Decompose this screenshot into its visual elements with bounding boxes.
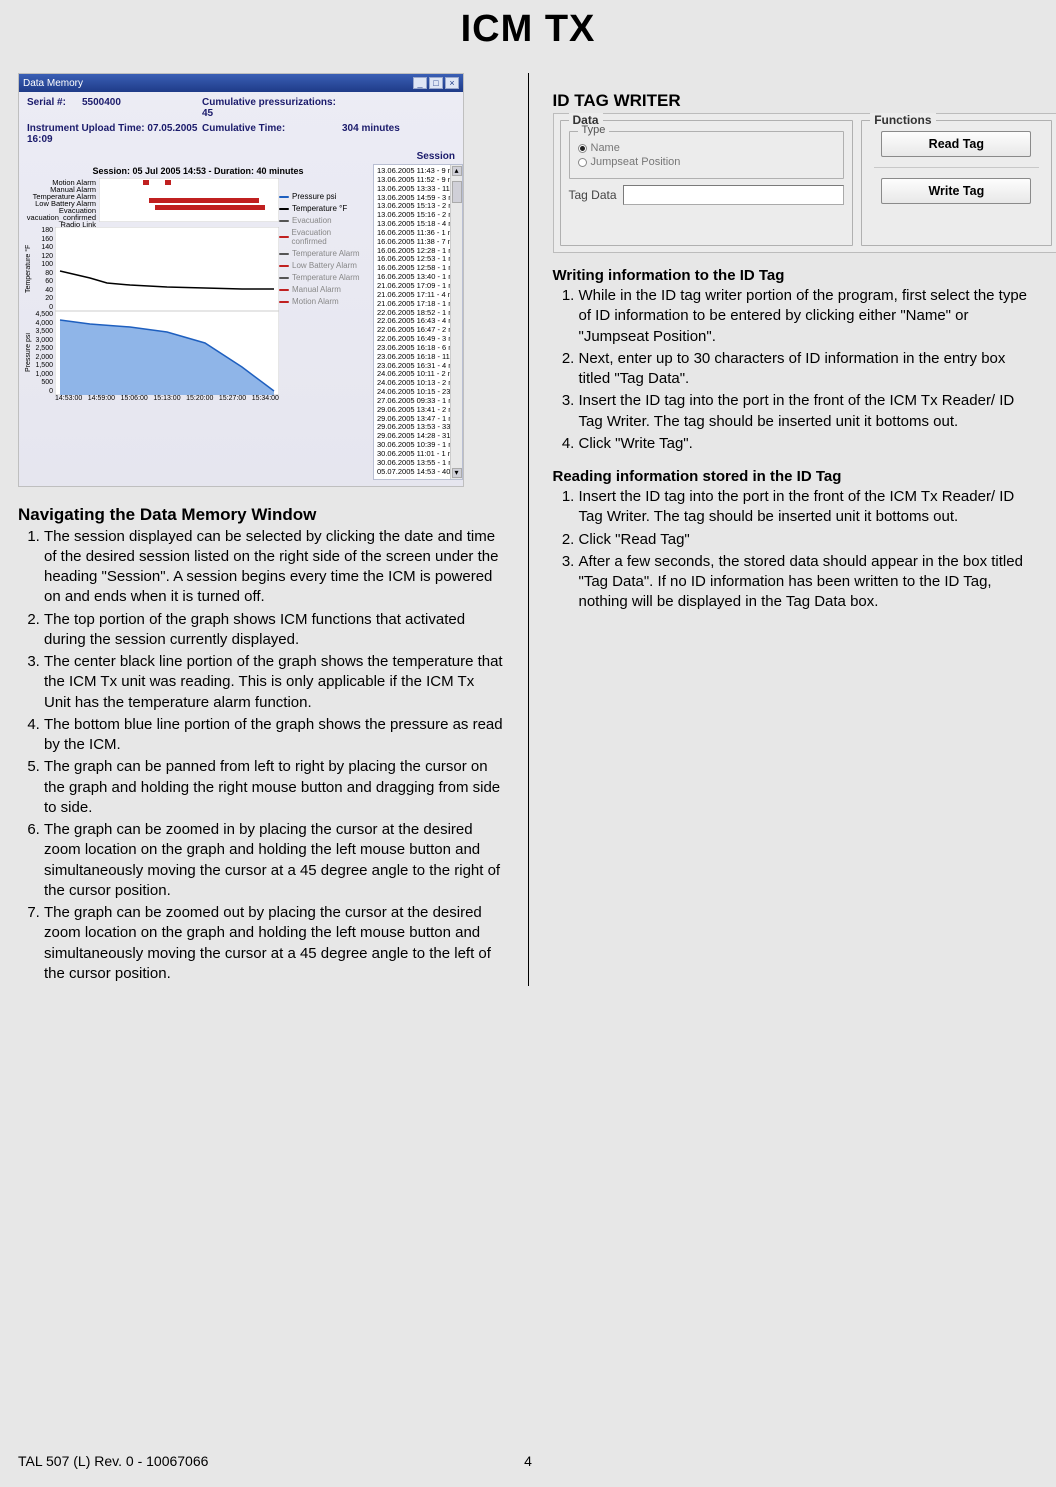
fieldset-type: Type Name Jumpseat Position: [569, 131, 845, 179]
fieldset-func-legend: Functions: [870, 113, 935, 127]
reading-step: Click "Read Tag": [579, 530, 1039, 550]
write-tag-button[interactable]: Write Tag: [881, 178, 1031, 204]
data-memory-window: Data Memory _ □ × Serial #: 5500400 Cumu…: [18, 73, 464, 487]
session-heading: Session: [417, 151, 455, 162]
writing-head: Writing information to the ID Tag: [553, 267, 1039, 284]
nav-step: The graph can be zoomed in by placing th…: [44, 820, 504, 901]
fieldset-functions: Functions Read Tag Write Tag: [861, 120, 1051, 246]
nav-step: The graph can be panned from left to rig…: [44, 757, 504, 818]
footer-page-number: 4: [358, 1453, 698, 1469]
chart3-ylabel: Pressure psi: [25, 311, 37, 395]
footer-rev: TAL 507 (L) Rev. 0 - 10067066: [18, 1453, 358, 1469]
page-title: ICM TX: [18, 8, 1038, 51]
tagdata-label: Tag Data: [569, 188, 617, 202]
maximize-icon[interactable]: □: [429, 77, 443, 89]
nav-steps: The session displayed can be selected by…: [18, 527, 504, 985]
idtag-section-head: ID TAG WRITER: [553, 91, 1039, 111]
reading-step: After a few seconds, the stored data sho…: [579, 552, 1039, 613]
nav-step: The session displayed can be selected by…: [44, 527, 504, 608]
writing-step: Next, enter up to 30 characters of ID in…: [579, 349, 1039, 390]
radio-dot-icon[interactable]: [578, 144, 587, 153]
window-titlebar: Data Memory _ □ ×: [19, 74, 463, 92]
chart-xticks: 14:53:0014:59:0015:06:0015:13:0015:20:00…: [55, 395, 279, 402]
serial-label: Serial #:: [27, 97, 82, 119]
scroll-down-icon[interactable]: ▾: [452, 468, 462, 478]
cumtime-label: Cumulative Time:: [202, 123, 342, 145]
session-scrollbar[interactable]: ▴ ▾: [450, 165, 462, 479]
radio-jumpseat[interactable]: Jumpseat Position: [578, 156, 836, 168]
fieldset-type-legend: Type: [578, 124, 610, 136]
nav-step: The bottom blue line portion of the grap…: [44, 715, 504, 756]
scroll-up-icon[interactable]: ▴: [452, 166, 462, 176]
chart2-temperature[interactable]: [55, 227, 279, 311]
column-divider: [528, 73, 529, 986]
button-divider: [874, 167, 1038, 168]
fieldset-data: Data Type Name Jumpseat Position: [560, 120, 854, 246]
reading-steps: Insert the ID tag into the port in the f…: [553, 487, 1039, 613]
charts-area[interactable]: Motion Alarm Manual Alarm Temperature Al…: [25, 178, 279, 402]
nav-step: The top portion of the graph shows ICM f…: [44, 610, 504, 651]
upload-label: Instrument Upload Time: 07.05.2005 16:09: [27, 123, 202, 145]
writing-step: Insert the ID tag into the port in the f…: [579, 391, 1039, 432]
nav-step: The graph can be zoomed out by placing t…: [44, 903, 504, 984]
idtag-writer-panel: Data Type Name Jumpseat Position: [553, 113, 1056, 253]
chart-legend: Pressure psi Temperature °F Evacuation E…: [279, 178, 365, 402]
radio-dot-icon[interactable]: [578, 158, 587, 167]
cumpress-label: Cumulative pressurizations: 45: [202, 97, 342, 119]
nav-section-head: Navigating the Data Memory Window: [18, 505, 504, 525]
reading-head: Reading information stored in the ID Tag: [553, 468, 1039, 485]
close-icon[interactable]: ×: [445, 77, 459, 89]
session-header: Session: 05 Jul 2005 14:53 - Duration: 4…: [25, 166, 371, 176]
read-tag-button[interactable]: Read Tag: [881, 131, 1031, 157]
chart2-yticks: 180160140120100806040200: [37, 227, 55, 311]
chart3-yticks: 4,5004,0003,5003,0002,5002,0001,5001,000…: [37, 311, 55, 395]
serial-value: 5500400: [82, 97, 202, 119]
nav-step: The center black line portion of the gra…: [44, 652, 504, 713]
scroll-thumb[interactable]: [452, 181, 462, 203]
radio-name[interactable]: Name: [578, 142, 836, 154]
tagdata-input[interactable]: [623, 185, 845, 205]
session-listbox[interactable]: 13.06.2005 11:43 - 9 min.13.06.2005 11:5…: [373, 164, 463, 480]
session-item[interactable]: 05.07.2005 14:53 - 40 min.: [377, 468, 447, 477]
chart2-ylabel: Temperature °F: [25, 227, 37, 311]
chart3-pressure[interactable]: [55, 311, 279, 395]
radio-name-label: Name: [591, 142, 620, 154]
writing-steps: While in the ID tag writer portion of th…: [553, 286, 1039, 454]
window-title: Data Memory: [23, 78, 411, 89]
radio-jumpseat-label: Jumpseat Position: [591, 156, 681, 168]
cumtime-value: 304 minutes: [342, 123, 422, 145]
minimize-icon[interactable]: _: [413, 77, 427, 89]
writing-step: While in the ID tag writer portion of th…: [579, 286, 1039, 347]
chart1-ylabels: Motion Alarm Manual Alarm Temperature Al…: [25, 178, 99, 227]
reading-step: Insert the ID tag into the port in the f…: [579, 487, 1039, 528]
page-footer: TAL 507 (L) Rev. 0 - 10067066 4: [18, 1453, 1038, 1469]
chart1-functions[interactable]: [99, 178, 279, 222]
writing-step: Click "Write Tag".: [579, 434, 1039, 454]
